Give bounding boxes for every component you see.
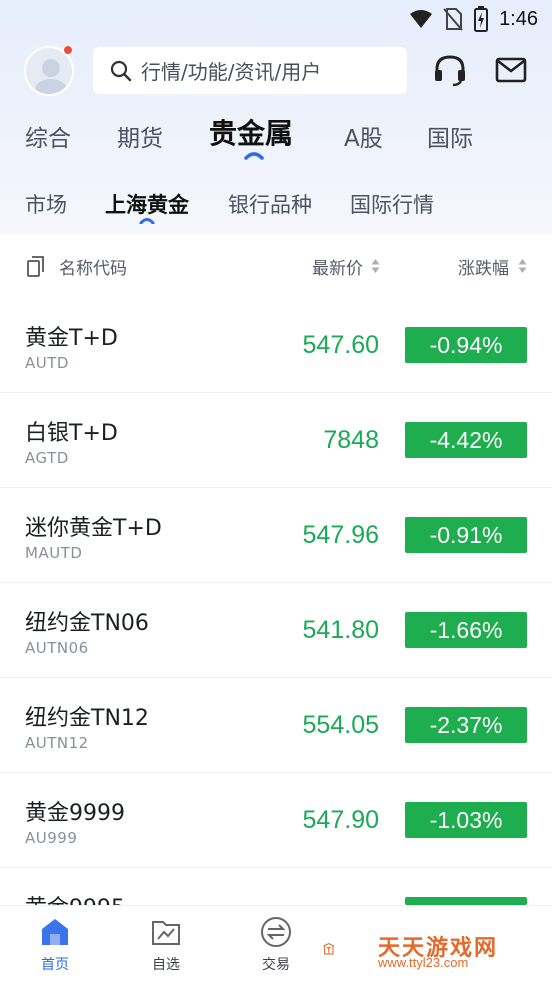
sort-change-icon[interactable] <box>518 258 527 274</box>
list-column-header: 名称代码 最新价 涨跌幅 <box>0 234 552 298</box>
quote-price: 547.60 <box>302 331 379 359</box>
quote-name: 白银T+D <box>25 421 118 446</box>
quote-code: AUTD <box>25 354 69 372</box>
quote-row[interactable]: 迷你黄金T+D MAUTD 547.96 -0.91% <box>0 488 552 583</box>
quote-code: AUTN12 <box>25 734 89 752</box>
nav-trade[interactable]: 交易 <box>236 916 316 974</box>
quote-name: 纽约金TN06 <box>25 611 149 636</box>
notification-dot <box>63 45 73 55</box>
search-placeholder: 行情/功能/资讯/用户 <box>141 60 322 84</box>
nav-trade-label: 交易 <box>262 957 290 973</box>
mail-icon[interactable] <box>495 55 527 85</box>
status-bar: 1:46 <box>0 0 552 38</box>
quote-code: AU999 <box>25 829 78 847</box>
quote-name: 迷你黄金T+D <box>25 516 162 541</box>
column-name-code: 名称代码 <box>59 259 127 279</box>
quote-price: 547.96 <box>302 521 379 549</box>
active-tab-indicator <box>244 152 264 160</box>
search-input[interactable]: 行情/功能/资讯/用户 <box>93 47 407 94</box>
nav-watchlist-label: 自选 <box>152 957 180 973</box>
nav-home-label: 首页 <box>41 957 69 973</box>
home-icon <box>42 919 68 945</box>
quote-change-badge: -1.66% <box>405 612 527 648</box>
quote-name: 黄金9995 <box>25 890 125 905</box>
quote-change-badge: -4.42% <box>405 422 527 458</box>
watermark-logo <box>323 942 335 955</box>
quote-name: 纽约金TN12 <box>25 706 149 731</box>
column-latest-price[interactable]: 最新价 <box>312 254 363 279</box>
quote-price: 541.80 <box>302 616 379 644</box>
quote-change-badge: -1.03% <box>405 802 527 838</box>
battery-charging-icon <box>474 6 489 32</box>
customer-service-headset-icon[interactable] <box>432 52 468 88</box>
quote-change-badge <box>405 897 527 905</box>
status-time: 1:46 <box>499 7 538 30</box>
quote-list: 黄金T+D AUTD 547.60 -0.94% 白银T+D AGTD 7848… <box>0 298 552 905</box>
tab-futures[interactable]: 期货 <box>117 108 163 164</box>
quote-price: 7848 <box>323 426 379 454</box>
quote-change-badge: -0.94% <box>405 327 527 363</box>
tab-international[interactable]: 国际 <box>427 108 473 164</box>
quote-code: AGTD <box>25 449 69 467</box>
quote-row[interactable]: 黄金9995 <box>0 868 552 905</box>
quote-row[interactable]: 纽约金TN06 AUTN06 541.80 -1.66% <box>0 583 552 678</box>
active-subtab-indicator <box>139 218 155 224</box>
quote-price: 554.05 <box>302 711 379 739</box>
trade-icon <box>261 917 291 947</box>
nav-watchlist[interactable]: 自选 <box>126 916 206 974</box>
quote-change-badge: -2.37% <box>405 707 527 743</box>
subtab-international-quotes[interactable]: 国际行情 <box>350 180 434 228</box>
switch-display-icon[interactable] <box>26 255 46 277</box>
search-icon <box>110 60 132 81</box>
wifi-icon <box>410 10 433 28</box>
sub-tab-bar: 市场 上海黄金 银行品种 国际行情 <box>0 180 552 228</box>
watermark-url: www.ttyl23.com <box>378 955 469 970</box>
no-sim-icon <box>443 8 463 31</box>
quote-row[interactable]: 黄金T+D AUTD 547.60 -0.94% <box>0 298 552 393</box>
subtab-market[interactable]: 市场 <box>25 180 67 228</box>
quote-row[interactable]: 白银T+D AGTD 7848 -4.42% <box>0 393 552 488</box>
quote-name: 黄金9999 <box>25 801 125 826</box>
watchlist-icon <box>152 921 180 945</box>
tab-comprehensive[interactable]: 综合 <box>25 108 71 164</box>
tab-a-shares[interactable]: A股 <box>344 108 383 164</box>
quote-price: 547.90 <box>302 806 379 834</box>
quote-name: 黄金T+D <box>25 326 118 351</box>
quote-row[interactable]: 纽约金TN12 AUTN12 554.05 -2.37% <box>0 678 552 773</box>
sort-price-icon[interactable] <box>371 258 380 274</box>
nav-home[interactable]: 首页 <box>15 916 95 974</box>
quote-code: AUTN06 <box>25 639 89 657</box>
main-tab-bar: 综合 期货 贵金属 A股 国际 <box>0 108 552 164</box>
quote-code: MAUTD <box>25 544 83 562</box>
quote-row[interactable]: 黄金9999 AU999 547.90 -1.03% <box>0 773 552 868</box>
subtab-bank-products[interactable]: 银行品种 <box>228 180 312 228</box>
column-change-percent[interactable]: 涨跌幅 <box>458 254 509 279</box>
quote-change-badge: -0.91% <box>405 517 527 553</box>
app-screen: 1:46 行情/功能/资讯/用户 综合 期货 贵金属 A股 国际 市场 上海黄金… <box>0 0 552 983</box>
